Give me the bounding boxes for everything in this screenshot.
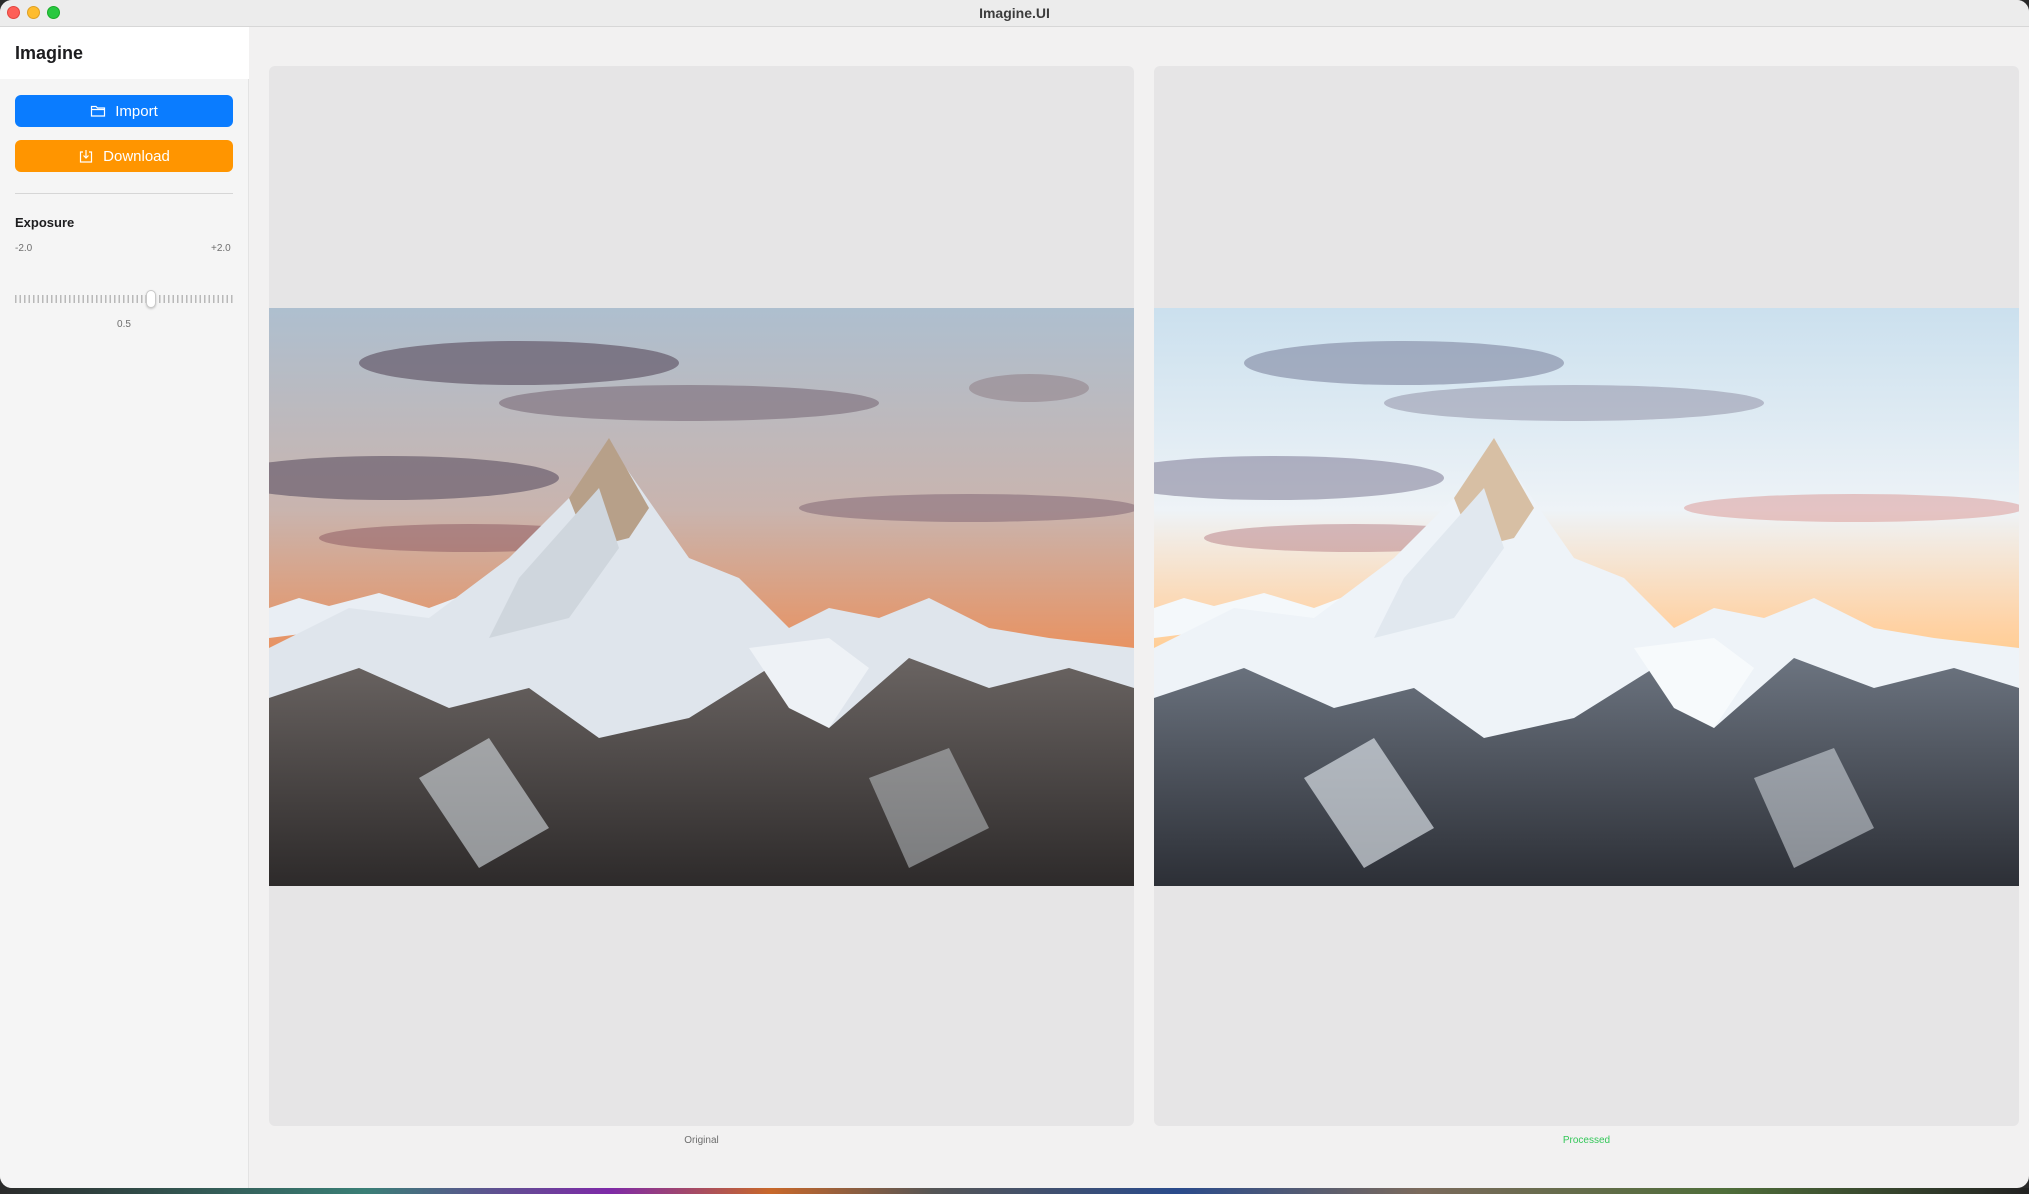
- import-button-label: Import: [115, 102, 158, 120]
- window-title: Imagine.UI: [979, 5, 1050, 21]
- original-caption: Original: [684, 1135, 719, 1146]
- sidebar-divider: [15, 193, 233, 194]
- exposure-value: 0.5: [117, 319, 131, 330]
- exposure-max-label: +2.0: [211, 243, 231, 254]
- download-tray-icon: [80, 150, 93, 163]
- exposure-min-label: -2.0: [15, 243, 33, 254]
- app-window: Imagine.UI Imagine Import Download Expos…: [0, 0, 2029, 1188]
- original-image-panel: [269, 66, 1134, 1126]
- sidebar-header: Imagine: [0, 27, 249, 79]
- download-button[interactable]: Download: [15, 140, 233, 172]
- exposure-title: Exposure: [15, 215, 75, 230]
- download-button-label: Download: [103, 147, 170, 165]
- exposure-slider-track: [15, 295, 233, 303]
- folder-icon: [91, 105, 106, 117]
- exposure-slider[interactable]: [15, 288, 233, 310]
- processed-caption: Processed: [1562, 1135, 1611, 1146]
- original-image: [269, 308, 1134, 886]
- title-bar: Imagine.UI: [0, 0, 2029, 27]
- processed-image-panel: [1154, 66, 2019, 1126]
- app-name: Imagine: [15, 43, 84, 63]
- sidebar: Imagine Import Download Exposure -2.0 +2…: [0, 27, 249, 1188]
- import-button[interactable]: Import: [15, 95, 233, 127]
- desktop-background-strip: [0, 1188, 2029, 1194]
- exposure-slider-thumb[interactable]: [146, 290, 157, 308]
- processed-image: [1154, 308, 2019, 886]
